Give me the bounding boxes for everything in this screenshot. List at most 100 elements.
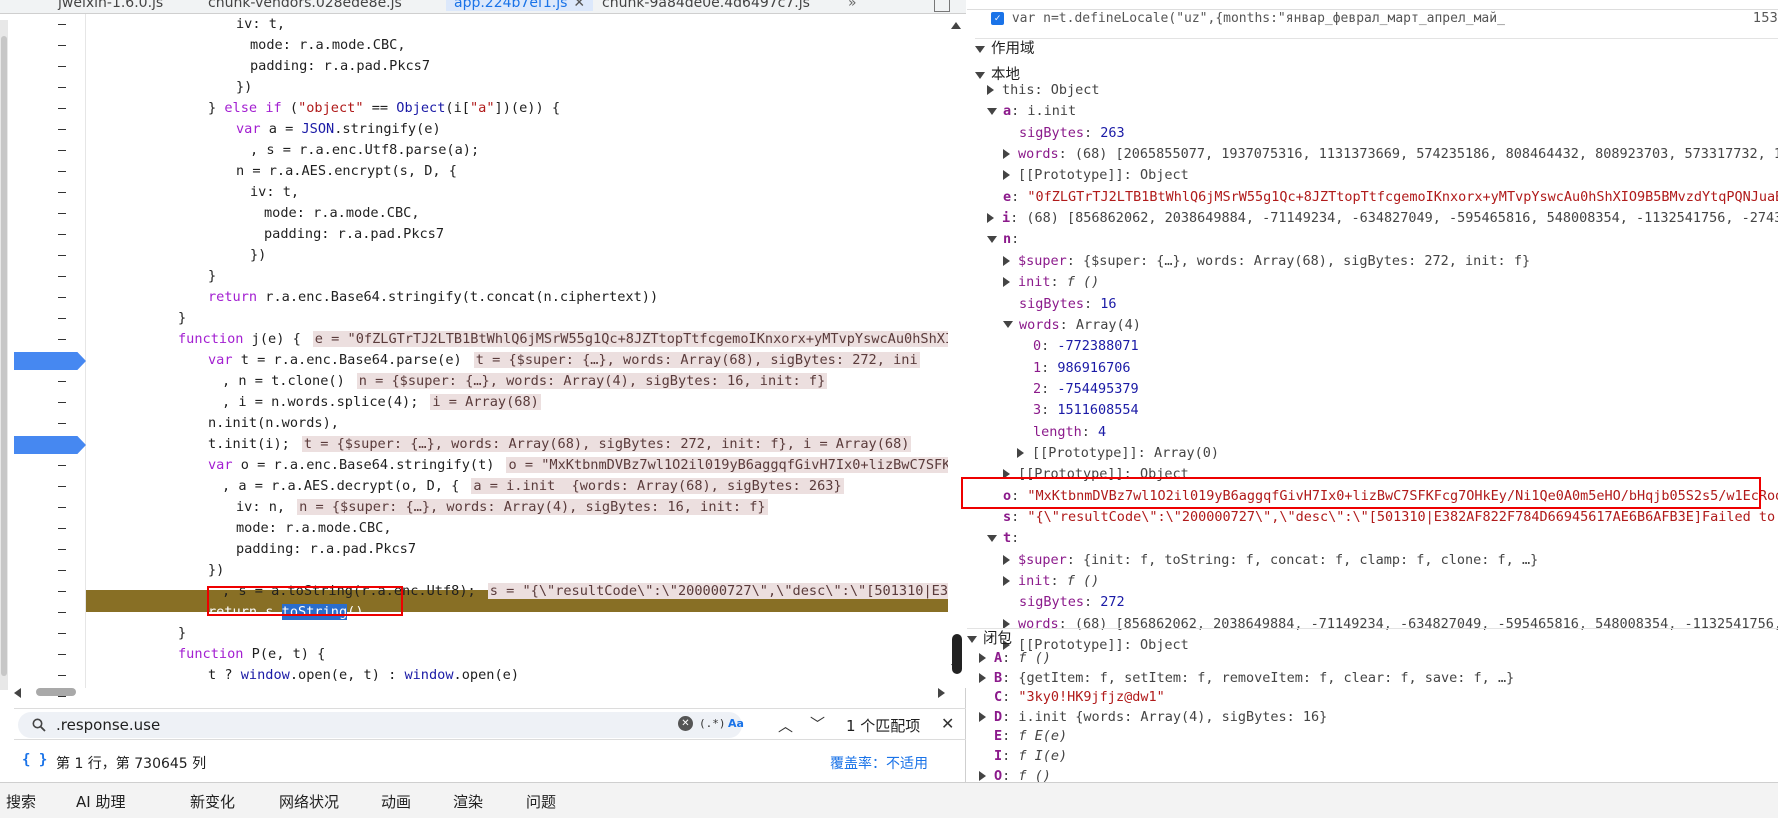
expand-arrow-icon[interactable]	[1003, 576, 1010, 587]
code-line[interactable]: padding: r.a.pad.Pkcs7	[264, 224, 444, 245]
scope-row-this[interactable]: this: Object	[987, 80, 1100, 100]
code-hscroll-thumb[interactable]	[36, 688, 76, 696]
code-line[interactable]: }	[178, 308, 186, 329]
drawer-tab-rendering[interactable]: 渲染	[453, 791, 483, 812]
code-line[interactable]: , s = r.a.enc.Utf8.parse(a);	[250, 140, 479, 161]
code-line[interactable]: , n = t.clone() n = {$super: {…}, words: …	[222, 371, 828, 392]
search-input-box[interactable]: .response.use ✕ (.*) Aa	[18, 712, 744, 738]
code-line[interactable]: , a = r.a.AES.decrypt(o, D, {a = i.init …	[222, 476, 844, 497]
collapse-arrow-icon[interactable]	[987, 107, 997, 115]
coverage-status[interactable]: 覆盖率：不适用	[830, 753, 928, 773]
expand-arrow-icon[interactable]	[1003, 149, 1010, 160]
scope-row-prototype[interactable]: [[Prototype]]: Array(0)	[1017, 443, 1219, 463]
expand-arrow-icon[interactable]	[1003, 277, 1010, 288]
checkbox-checked-icon[interactable]: ✓	[991, 12, 1004, 25]
scope-row-prototype[interactable]: [[Prototype]]: Object	[1003, 165, 1189, 185]
drawer-tab-animations[interactable]: 动画	[381, 791, 411, 812]
closure-row-c[interactable]: C: "3ky0!HK9jfjz@dw1"	[979, 687, 1165, 707]
search-input[interactable]: .response.use	[56, 716, 160, 734]
closure-row-d[interactable]: D: i.init {words: Array(4), sigBytes: 16…	[979, 707, 1327, 727]
scope-row-$super[interactable]: $super: {init: f, toString: f, concat: f…	[1003, 550, 1538, 570]
scope-row-2[interactable]: 2: -754495379	[1017, 379, 1139, 399]
closure-row-b[interactable]: B: {getItem: f, setItem: f, removeItem: …	[979, 668, 1514, 688]
scroll-right-icon[interactable]	[938, 688, 945, 698]
drawer-tab-whats-new[interactable]: 新变化	[190, 791, 235, 812]
close-search-icon[interactable]: ✕	[941, 714, 954, 733]
scope-row-sigbytes[interactable]: sigBytes: 263	[1003, 123, 1125, 143]
case-sensitive-button[interactable]: Aa	[728, 717, 744, 730]
file-tab-jweixin[interactable]: jweixin-1.6.0.js	[58, 0, 163, 11]
expand-arrow-icon[interactable]	[987, 85, 994, 95]
pretty-print-icon[interactable]: { }	[22, 752, 47, 768]
code-line[interactable]: t.init(i); t = {$super: {…}, words: Array…	[208, 434, 912, 455]
scope-row-3[interactable]: 3: 1511608554	[1017, 400, 1139, 420]
collapse-arrow-icon[interactable]	[987, 235, 997, 243]
code-line[interactable]: mode: r.a.mode.CBC,	[250, 35, 406, 56]
scroll-left-icon[interactable]	[14, 688, 21, 698]
scope-row-$super[interactable]: $super: {$super: {…}, words: Array(68), …	[1003, 251, 1530, 271]
expand-arrow-icon[interactable]	[987, 213, 994, 224]
code-line[interactable]: n = r.a.AES.encrypt(s, D, {	[236, 161, 457, 182]
code-line[interactable]: , s = a.toString(r.a.enc.Utf8); s = "{\"r…	[222, 581, 948, 602]
code-view[interactable]: iv: t, mode: r.a.mode.CBC, padding: r.a.pa…	[86, 14, 948, 688]
code-line[interactable]: t ? window.open(e, t) : window.open(e)	[208, 665, 519, 686]
code-line[interactable]: mode: r.a.mode.CBC,	[236, 518, 392, 539]
expand-arrow-icon[interactable]	[1003, 170, 1010, 181]
code-line[interactable]: } else if ("object" == Object(i["a"])(e)…	[208, 98, 560, 119]
scope-row-n[interactable]: n:	[987, 229, 1019, 249]
code-line[interactable]: mode: r.a.mode.CBC,	[264, 203, 420, 224]
file-tab-chunk-vendors[interactable]: chunk-vendors.028ede8e.js	[208, 0, 402, 11]
code-line[interactable]: }	[178, 623, 186, 644]
code-line[interactable]: function P(e, t) {	[178, 644, 325, 665]
scope-section-header[interactable]: 作用域	[975, 38, 1778, 58]
breakpoint-row[interactable]: ✓ var n=t.defineLocale("uz",{months:"янв…	[991, 9, 1505, 29]
scope-row-length[interactable]: length: 4	[1017, 422, 1106, 442]
expand-arrow-icon[interactable]	[1003, 255, 1010, 266]
code-line[interactable]: n.init(n.words),	[208, 413, 339, 434]
scope-row-0[interactable]: 0: -772388071	[1017, 336, 1139, 356]
collapse-arrow-icon[interactable]	[987, 534, 997, 542]
closure-row-a[interactable]: A: f ()	[979, 648, 1051, 668]
code-line[interactable]: })	[236, 77, 252, 98]
breakpoint-marker[interactable]	[14, 352, 86, 370]
drawer-tab-network-conditions[interactable]: 网络状况	[279, 791, 339, 812]
code-vscroll-thumb[interactable]	[952, 634, 962, 674]
drawer-tab-issues[interactable]: 问题	[526, 791, 556, 812]
code-line[interactable]: iv: t,	[250, 182, 299, 203]
code-line[interactable]: return s.toString()	[208, 602, 364, 623]
scope-row-sigbytes[interactable]: sigBytes: 272	[1003, 592, 1125, 612]
scope-row-o[interactable]: o: "MxKtbnmDVBz7wl1O2il019yB6aggqfGivH7I…	[987, 486, 1778, 506]
breakpoint-marker[interactable]	[14, 436, 86, 454]
file-tab-chunk-9a84[interactable]: chunk-9a84de0e.4d6497c7.js	[602, 0, 810, 11]
scope-row-words[interactable]: words: (68) [2065855077, 1937075316, 113…	[1003, 144, 1778, 164]
scope-row-prototype[interactable]: [[Prototype]]: Object	[1003, 464, 1189, 484]
expand-arrow-icon[interactable]	[979, 770, 986, 781]
code-line[interactable]: var t = r.a.enc.Base64.parse(e) t = {$sup…	[208, 350, 920, 371]
code-line[interactable]: , i = n.words.splice(4); i = Array(68)	[222, 392, 541, 413]
code-line[interactable]: })	[208, 560, 224, 581]
scope-row-s[interactable]: s: "{\"resultCode\":\"200000727\",\"desc…	[987, 507, 1778, 527]
scope-row-words[interactable]: words: Array(4)	[1003, 315, 1141, 335]
expand-arrow-icon[interactable]	[979, 711, 986, 722]
scope-row-init[interactable]: init: f ()	[1003, 272, 1099, 292]
file-tab-app[interactable]: app.224b7ef1.js ✕	[446, 0, 594, 11]
closure-section-header[interactable]: 闭包	[967, 628, 1778, 648]
code-line[interactable]: iv: t,	[236, 14, 285, 35]
code-line[interactable]: var o = r.a.enc.Base64.stringify(t) o = "…	[208, 455, 948, 476]
closure-row-e[interactable]: E: f E(e)	[979, 726, 1067, 746]
scope-row-i[interactable]: i: (68) [856862062, 2038649884, -7114923…	[987, 208, 1778, 228]
line-gutter[interactable]	[14, 14, 86, 697]
code-line[interactable]: })	[250, 245, 266, 266]
more-tabs-icon[interactable]: »	[848, 0, 857, 11]
code-hscroll[interactable]	[14, 688, 948, 698]
drawer-tab-search[interactable]: 搜索	[6, 791, 36, 812]
expand-arrow-icon[interactable]	[1003, 469, 1010, 480]
drawer-tab-ai-assistant[interactable]: AI 助理	[76, 791, 125, 812]
code-line[interactable]: var a = JSON.stringify(e)	[236, 119, 441, 140]
code-line[interactable]: iv: n, n = {$super: {…}, words: Array(4),…	[236, 497, 768, 518]
clear-search-icon[interactable]: ✕	[678, 716, 693, 731]
scope-row-e[interactable]: e: "0fZLGTrTJ2LTB1BtWhlQ6jMSrW55g1Qc+8JZ…	[987, 187, 1778, 207]
closure-row-i[interactable]: I: f I(e)	[979, 746, 1067, 766]
scope-row-t[interactable]: t:	[987, 528, 1019, 548]
scope-row-a[interactable]: a: i.init	[987, 101, 1076, 121]
